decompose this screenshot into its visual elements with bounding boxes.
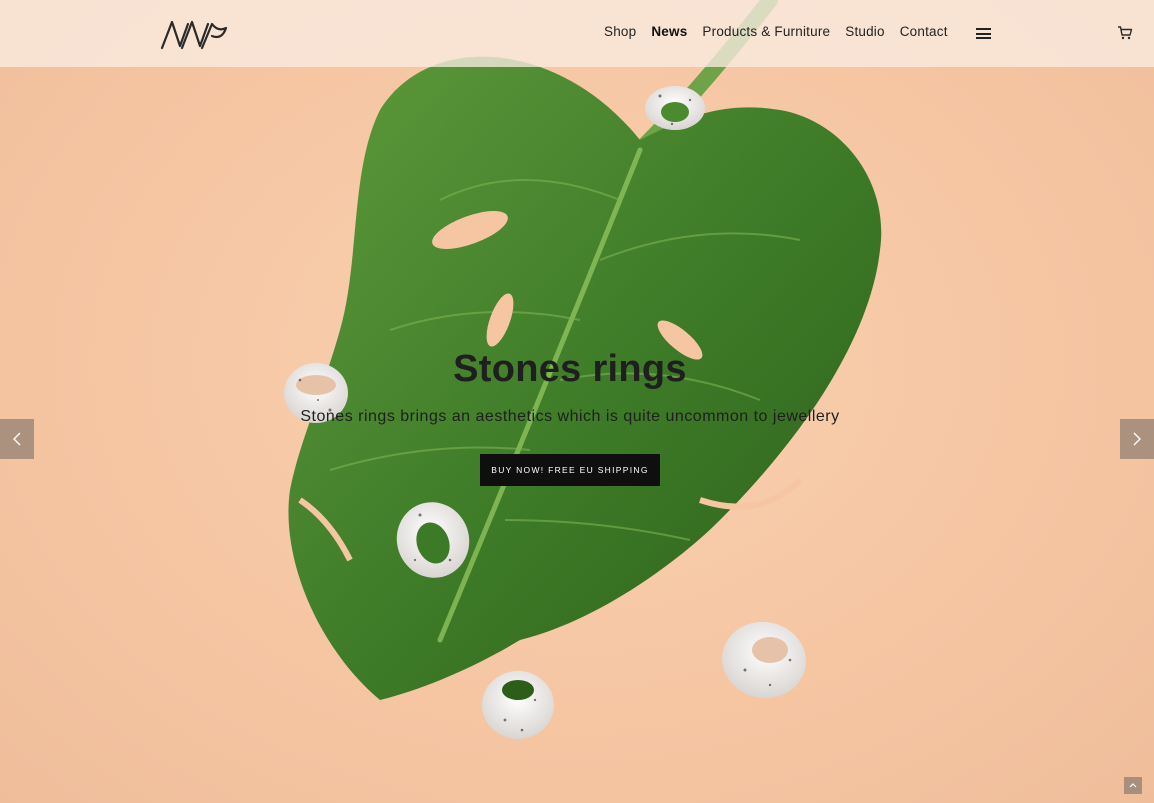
- nav-item-products-furniture[interactable]: Products & Furniture: [702, 24, 830, 39]
- back-to-top-button[interactable]: [1124, 777, 1142, 794]
- chevron-right-icon: [1133, 432, 1141, 446]
- nav-item-shop[interactable]: Shop: [604, 24, 636, 39]
- logo[interactable]: [160, 18, 232, 50]
- main-nav: Shop News Products & Furniture Studio Co…: [604, 24, 963, 39]
- site-header: Shop News Products & Furniture Studio Co…: [0, 0, 1154, 67]
- hamburger-icon[interactable]: [976, 28, 991, 39]
- hamburger-line: [976, 28, 991, 30]
- slider-prev-button[interactable]: [0, 419, 34, 459]
- nav-item-studio[interactable]: Studio: [845, 24, 884, 39]
- nav-item-contact[interactable]: Contact: [900, 24, 948, 39]
- nav-item-news[interactable]: News: [651, 24, 687, 39]
- chevron-left-icon: [13, 432, 21, 446]
- hamburger-line: [976, 37, 991, 39]
- page: Shop News Products & Furniture Studio Co…: [0, 0, 1154, 803]
- hero-image: [284, 0, 882, 739]
- hero-title: Stones rings: [453, 348, 687, 390]
- hero-subtitle: Stones rings brings an aesthetics which …: [300, 408, 840, 425]
- hamburger-line: [976, 32, 991, 35]
- chevron-up-icon: [1129, 783, 1137, 788]
- slider-next-button[interactable]: [1120, 419, 1154, 459]
- buy-now-button[interactable]: BUY NOW! FREE EU SHIPPING: [480, 454, 660, 486]
- cart-icon[interactable]: [1117, 26, 1133, 40]
